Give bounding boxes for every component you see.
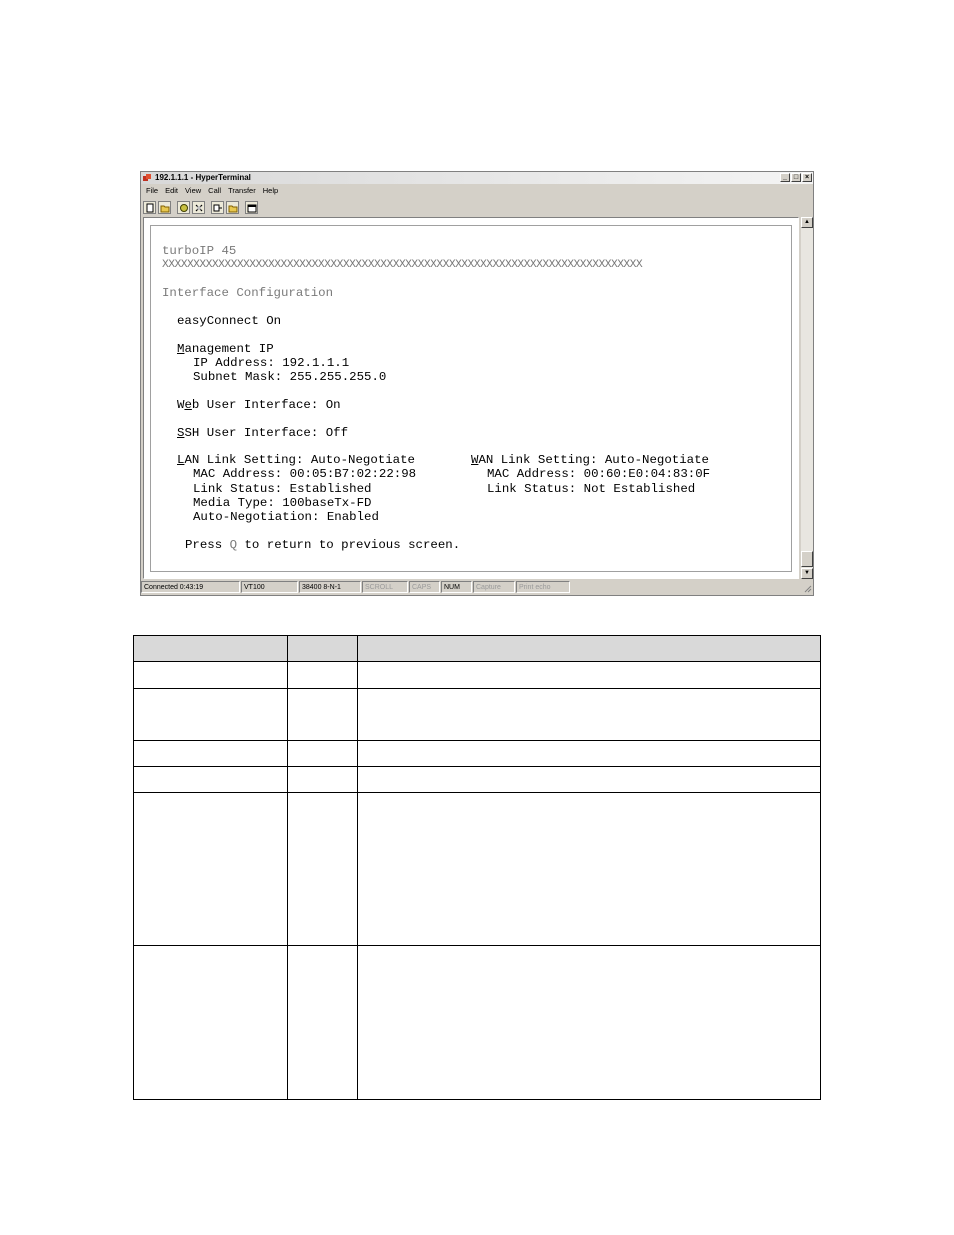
terminal-easyconnect: easyConnect On	[177, 314, 282, 328]
table-row-divider	[134, 740, 820, 741]
terminal-wan-mac: MAC Address: 00:60:E0:04:83:0F	[487, 467, 711, 481]
table-row-divider	[134, 661, 820, 662]
disconnect-icon	[195, 204, 203, 211]
open-button[interactable]	[158, 200, 171, 214]
table-row-divider	[134, 945, 820, 946]
menu-help[interactable]: Help	[260, 185, 282, 197]
status-scroll: SCROLL	[362, 581, 408, 593]
web-ui-label: b User Interface: On	[191, 398, 341, 412]
hyperterminal-app-icon	[143, 174, 151, 181]
status-caps: CAPS	[409, 581, 440, 593]
press-suffix: to return to previous screen.	[237, 538, 461, 552]
vertical-scrollbar[interactable]: ▲ ▼	[801, 217, 813, 579]
window-title: 192.1.1.1 - HyperTerminal	[155, 173, 251, 182]
disconnect-button[interactable]	[192, 200, 205, 214]
status-capture: Capture	[473, 581, 515, 593]
terminal-product-name: turboIP 45	[162, 244, 237, 258]
terminal-lan-autoneg: Auto-Negotiation: Enabled	[193, 510, 379, 524]
terminal-wan-link-setting: WAN Link Setting: Auto-Negotiate	[471, 453, 709, 467]
table-row-divider	[134, 766, 820, 767]
properties-button[interactable]	[245, 200, 258, 214]
close-button[interactable]: ×	[802, 173, 812, 182]
scroll-up-arrow-icon[interactable]: ▲	[801, 217, 813, 228]
terminal-press-q-prompt: Press Q to return to previous screen.	[185, 538, 460, 552]
ssh-ui-label: SH User Interface: Off	[184, 426, 349, 440]
menu-call[interactable]: Call	[205, 185, 225, 197]
minimize-button[interactable]: _	[780, 173, 790, 182]
properties-icon	[247, 204, 257, 212]
terminal-heading: Interface Configuration	[162, 286, 334, 300]
receive-button[interactable]	[226, 200, 239, 214]
connect-button[interactable]	[177, 200, 190, 214]
status-print-echo: Print echo	[516, 581, 570, 593]
status-emulation: VT100	[241, 581, 298, 593]
menu-file[interactable]: File	[143, 185, 162, 197]
maximize-button[interactable]: □	[791, 173, 801, 182]
terminal-ssh-ui: SSH User Interface: Off	[177, 426, 348, 440]
resize-grip-icon[interactable]	[803, 584, 812, 593]
terminal-wan-status: Link Status: Not Established	[487, 482, 696, 496]
table-column-divider	[357, 636, 358, 1099]
menu-bar: File Edit View Call Transfer Help	[143, 185, 282, 197]
receive-icon	[228, 205, 238, 212]
menu-transfer[interactable]: Transfer	[225, 185, 260, 197]
menu-edit[interactable]: Edit	[162, 185, 182, 197]
press-prefix: Press	[185, 538, 230, 552]
terminal-subnet-mask: Subnet Mask: 255.255.255.0	[193, 370, 387, 384]
status-num: NUM	[441, 581, 472, 593]
lan-link-label: AN Link Setting: Auto-Negotiate	[184, 453, 415, 467]
terminal-ip-address: IP Address: 192.1.1.1	[193, 356, 350, 370]
terminal-web-ui: Web User Interface: On	[177, 398, 341, 412]
scroll-thumb[interactable]	[801, 551, 813, 567]
title-bar[interactable]: 192.1.1.1 - HyperTerminal _ □ ×	[141, 172, 813, 184]
table-row-divider	[134, 792, 820, 793]
send-button[interactable]	[211, 200, 224, 214]
menu-view[interactable]: View	[182, 185, 205, 197]
connect-icon	[180, 203, 188, 212]
send-icon	[213, 204, 222, 211]
table-header-row	[134, 636, 820, 661]
status-connected: Connected 0:43:19	[141, 581, 240, 593]
toolbar	[143, 199, 811, 215]
open-icon	[160, 205, 170, 212]
new-button[interactable]	[143, 200, 156, 214]
terminal-lan-media: Media Type: 100baseTx-FD	[193, 496, 372, 510]
scroll-down-arrow-icon[interactable]: ▼	[801, 568, 813, 579]
status-port-settings: 38400 8-N-1	[299, 581, 361, 593]
terminal-lan-status: Link Status: Established	[193, 482, 372, 496]
terminal-separator: XXXXXXXXXXXXXXXXXXXXXXXXXXXXXXXXXXXXXXXX…	[162, 259, 643, 271]
wan-link-label: AN Link Setting: Auto-Negotiate	[478, 453, 709, 467]
table-row-divider	[134, 688, 820, 689]
terminal-management-ip: Management IP	[177, 342, 274, 356]
terminal-lan-link-setting: LAN Link Setting: Auto-Negotiate	[177, 453, 415, 467]
hotkey-q: Q	[229, 538, 238, 552]
parameter-table	[133, 635, 821, 1100]
new-icon	[146, 203, 154, 212]
terminal-lan-mac: MAC Address: 00:05:B7:02:22:98	[193, 467, 417, 481]
management-ip-label: anagement IP	[184, 342, 274, 356]
status-bar: Connected 0:43:19 VT100 38400 8-N-1 SCRO…	[141, 581, 813, 594]
hotkey-e: e	[184, 398, 192, 412]
table-column-divider	[287, 636, 288, 1099]
